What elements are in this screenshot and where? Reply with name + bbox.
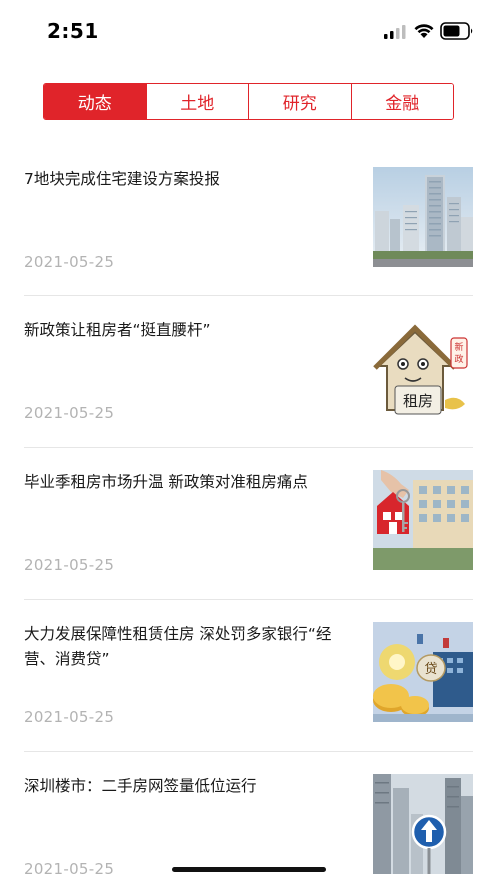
wifi-icon bbox=[414, 24, 434, 38]
status-bar: 2:51 bbox=[0, 0, 497, 62]
news-item[interactable]: 深圳楼市：二手房网签量低位运行 2021-05-25 bbox=[24, 752, 473, 883]
home-indicator[interactable] bbox=[172, 867, 326, 872]
news-date: 2021-05-25 bbox=[24, 556, 115, 574]
tab-finance[interactable]: 金融 bbox=[350, 84, 453, 119]
news-title: 大力发展保障性租赁住房 深处罚多家银行“经营、消费贷” bbox=[24, 625, 332, 668]
news-title: 深圳楼市：二手房网签量低位运行 bbox=[24, 777, 257, 795]
city-arrow-icon bbox=[373, 774, 473, 874]
news-title: 新政策让租房者“挺直腰杆” bbox=[24, 321, 211, 339]
news-date: 2021-05-25 bbox=[24, 708, 115, 726]
cellular-signal-icon bbox=[384, 25, 406, 39]
svg-text:贷: 贷 bbox=[424, 662, 437, 677]
news-thumbnail[interactable]: 租房 新 政 bbox=[373, 318, 473, 418]
news-date: 2021-05-25 bbox=[24, 404, 115, 422]
news-title: 7地块完成住宅建设方案投报 bbox=[24, 170, 220, 188]
news-thumbnail[interactable] bbox=[373, 167, 473, 267]
news-item[interactable]: 新政策让租房者“挺直腰杆” 2021-05-25 租房 新 政 bbox=[24, 296, 473, 448]
news-screen: 2:51 动态 土地 研究 金融 7地块完成住宅建设方案投报 2021-05-2… bbox=[0, 0, 497, 883]
news-title: 毕业季租房市场升温 新政策对准租房痛点 bbox=[24, 473, 308, 491]
news-thumbnail[interactable] bbox=[373, 470, 473, 570]
category-tabs: 动态 土地 研究 金融 bbox=[43, 83, 454, 120]
tab-news[interactable]: 动态 bbox=[44, 84, 146, 119]
rental-house-icon: 租房 新 政 bbox=[373, 318, 473, 418]
battery-icon bbox=[440, 22, 473, 40]
news-thumbnail[interactable]: 贷 bbox=[373, 622, 473, 722]
news-item[interactable]: 7地块完成住宅建设方案投报 2021-05-25 bbox=[24, 145, 473, 296]
news-list: 7地块完成住宅建设方案投报 2021-05-25 新政策让租房者“挺直腰杆” 2… bbox=[0, 145, 497, 883]
house-key-icon bbox=[373, 470, 473, 570]
status-time: 2:51 bbox=[47, 19, 99, 43]
news-thumbnail[interactable] bbox=[373, 774, 473, 874]
tab-land[interactable]: 土地 bbox=[145, 84, 248, 119]
loan-coins-icon: 贷 bbox=[373, 622, 473, 722]
svg-text:租房: 租房 bbox=[403, 392, 433, 410]
tab-research[interactable]: 研究 bbox=[248, 84, 351, 119]
svg-text:新: 新 bbox=[454, 341, 463, 353]
news-date: 2021-05-25 bbox=[24, 860, 115, 878]
news-date: 2021-05-25 bbox=[24, 253, 115, 271]
svg-text:政: 政 bbox=[454, 353, 463, 365]
buildings-icon bbox=[373, 167, 473, 267]
news-item[interactable]: 大力发展保障性租赁住房 深处罚多家银行“经营、消费贷” 2021-05-25 贷 bbox=[24, 600, 473, 752]
news-item[interactable]: 毕业季租房市场升温 新政策对准租房痛点 2021-05-25 bbox=[24, 448, 473, 600]
